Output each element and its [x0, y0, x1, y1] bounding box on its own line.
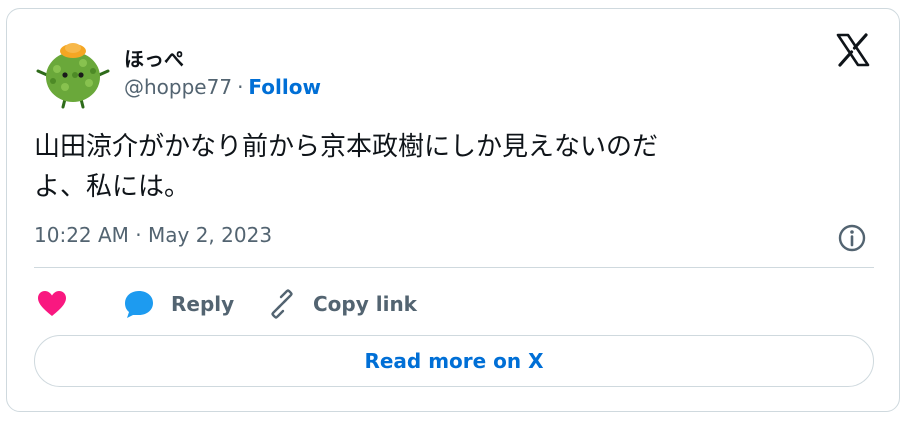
reply-bubble-icon: [125, 291, 153, 318]
tweet-card: ほっぺ @hoppe77 · Follow 山田涼介がかなり前から京本政樹にしか…: [6, 8, 900, 412]
reply-label: Reply: [171, 292, 235, 316]
tweet-text: 山田涼介がかなり前から京本政樹にしか見えないのだ よ、私には。: [34, 132, 659, 202]
separator-dot: ·: [237, 75, 244, 99]
copy-link-button[interactable]: Copy link: [267, 287, 417, 321]
avatar[interactable]: [35, 31, 111, 109]
x-logo-icon[interactable]: [835, 32, 871, 68]
handle-row: @hoppe77 · Follow: [124, 75, 321, 99]
follow-link[interactable]: Follow: [248, 75, 321, 99]
info-icon[interactable]: [836, 222, 868, 254]
heart-icon: [38, 291, 66, 316]
user-handle[interactable]: @hoppe77: [124, 75, 232, 99]
divider: [34, 267, 874, 268]
link-icon: [271, 289, 293, 319]
copy-link-label: Copy link: [313, 292, 417, 316]
reply-button[interactable]: Reply: [123, 287, 234, 321]
display-name[interactable]: ほっぺ: [124, 43, 184, 72]
read-more-button[interactable]: Read more on X: [34, 335, 874, 387]
tweet-timestamp[interactable]: 10:22 AM · May 2, 2023: [34, 223, 272, 247]
like-button[interactable]: [37, 287, 67, 321]
